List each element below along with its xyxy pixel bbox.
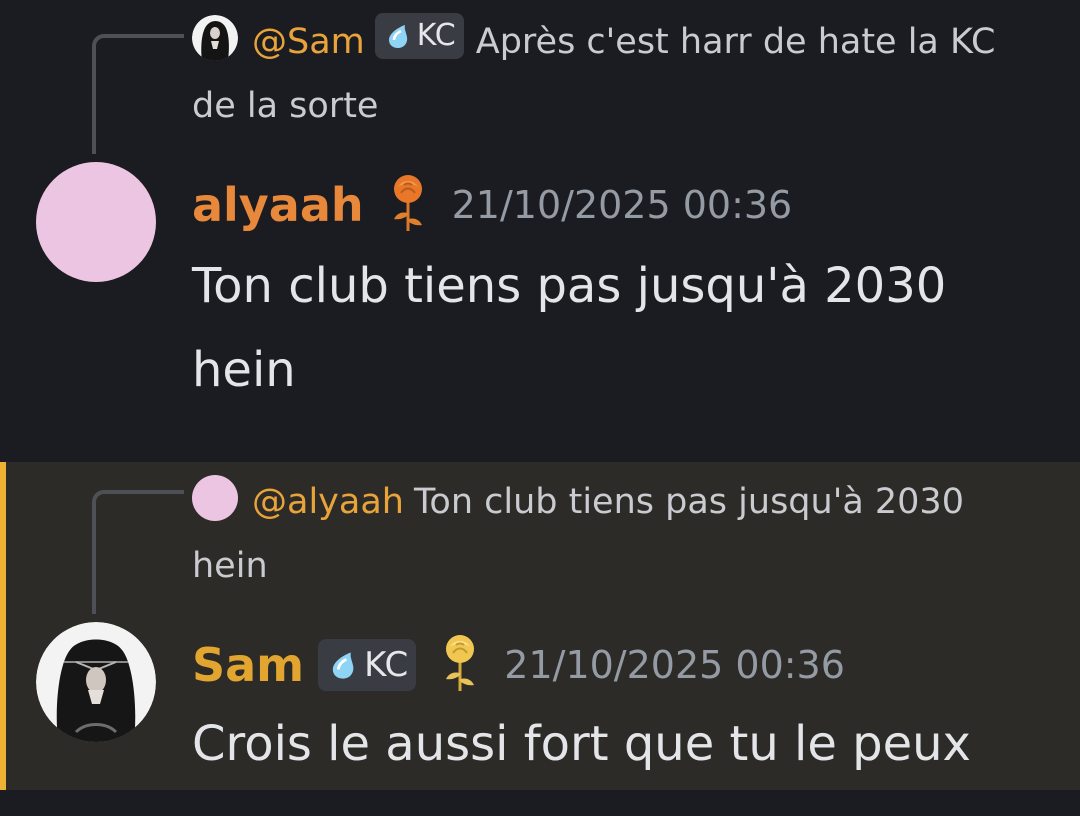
author-name[interactable]: Sam (192, 638, 304, 692)
water-drop-icon (388, 25, 407, 48)
mention-highlight-bar (0, 462, 6, 790)
author-name[interactable]: alyaah (192, 178, 364, 232)
sam-avatar[interactable] (36, 622, 156, 742)
reply-connector (92, 34, 184, 154)
reply-preview[interactable]: @alyaah Ton club tiens pas jusqu'à 2030 h… (192, 470, 1022, 598)
reply-tag-label: KC (416, 18, 456, 53)
message-timestamp: 21/10/2025 00:36 (504, 643, 845, 687)
reply-preview[interactable]: @Sam KC Après c'est harr de hate la KC de … (192, 10, 1022, 138)
message-sam[interactable]: @alyaah Ton club tiens pas jusqu'à 2030 h… (0, 462, 1080, 790)
orange-rose-icon (386, 173, 430, 237)
alyaah-avatar[interactable] (36, 162, 156, 282)
water-drop-icon (332, 652, 354, 679)
bottom-divider (0, 790, 1080, 816)
message-content: Crois le aussi fort que tu le peux (192, 716, 971, 772)
message-header: alyaah 21/10/2025 00:36 (192, 170, 792, 240)
reply-connector (92, 490, 184, 614)
author-tag-label: KC (364, 645, 409, 685)
alyaah-reply-avatar[interactable] (192, 475, 238, 521)
sam-reply-avatar[interactable] (192, 15, 238, 61)
message-timestamp: 21/10/2025 00:36 (451, 183, 793, 227)
reply-mention[interactable]: @alyaah (252, 482, 404, 522)
reply-mention[interactable]: @Sam (252, 22, 365, 62)
author-tag-badge: KC (318, 639, 417, 691)
reply-tag-badge: KC (374, 13, 464, 59)
chat-log: @Sam KC Après c'est harr de hate la KC de … (0, 0, 1080, 816)
message-content: Ton club tiens pas jusqu'à 2030 hein (192, 258, 947, 398)
message-header: Sam KC 21/10/2025 00:36 (192, 630, 845, 700)
message-alyaah[interactable]: @Sam KC Après c'est harr de hate la KC de … (0, 0, 1080, 462)
yellow-rose-icon (438, 633, 482, 697)
